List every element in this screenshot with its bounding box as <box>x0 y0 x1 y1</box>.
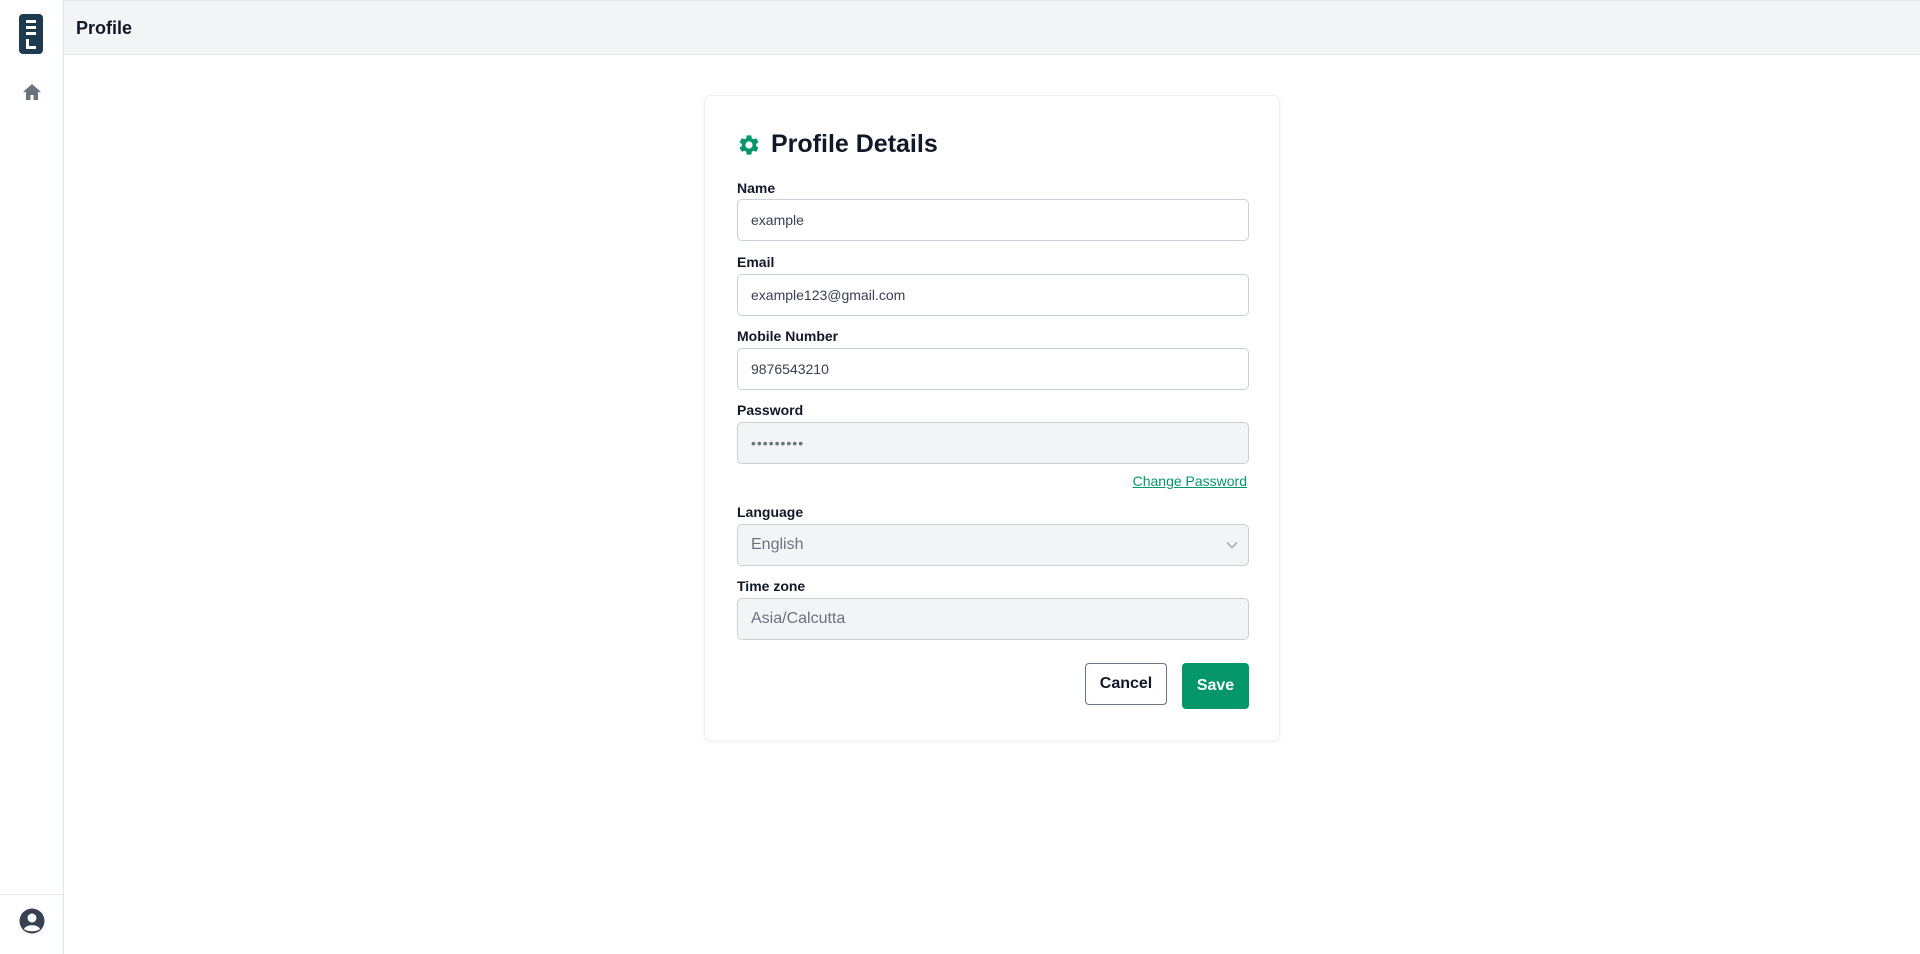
gear-icon <box>739 134 759 155</box>
sidebar-footer <box>0 894 63 954</box>
save-button[interactable]: Save <box>1182 663 1249 709</box>
top-header: Profile <box>64 0 1920 55</box>
sidebar <box>0 0 64 954</box>
user-circle-icon[interactable] <box>19 908 45 934</box>
mobile-number-input[interactable] <box>737 348 1249 390</box>
email-input[interactable] <box>737 274 1249 316</box>
home-icon[interactable] <box>22 82 42 102</box>
timezone-input <box>737 598 1249 640</box>
password-label: Password <box>737 402 804 418</box>
mobile-number-label: Mobile Number <box>737 328 839 344</box>
change-password-link[interactable]: Change Password <box>1133 473 1247 489</box>
card-title: Profile Details <box>737 130 938 159</box>
profile-details-card: Profile Details Name Email Mobile Number… <box>704 95 1280 741</box>
language-select-value <box>737 524 1249 566</box>
language-label: Language <box>737 504 804 520</box>
timezone-label: Time zone <box>737 578 806 594</box>
chevron-down-icon <box>1226 542 1238 549</box>
language-select[interactable] <box>737 524 1249 566</box>
name-input[interactable] <box>737 199 1249 241</box>
page-title: Profile <box>76 18 133 38</box>
card-title-text: Profile Details <box>771 130 938 158</box>
email-label: Email <box>737 254 775 270</box>
name-label: Name <box>737 180 776 196</box>
cancel-button[interactable]: Cancel <box>1085 663 1167 705</box>
password-input <box>737 422 1249 464</box>
app-logo[interactable] <box>19 14 43 54</box>
